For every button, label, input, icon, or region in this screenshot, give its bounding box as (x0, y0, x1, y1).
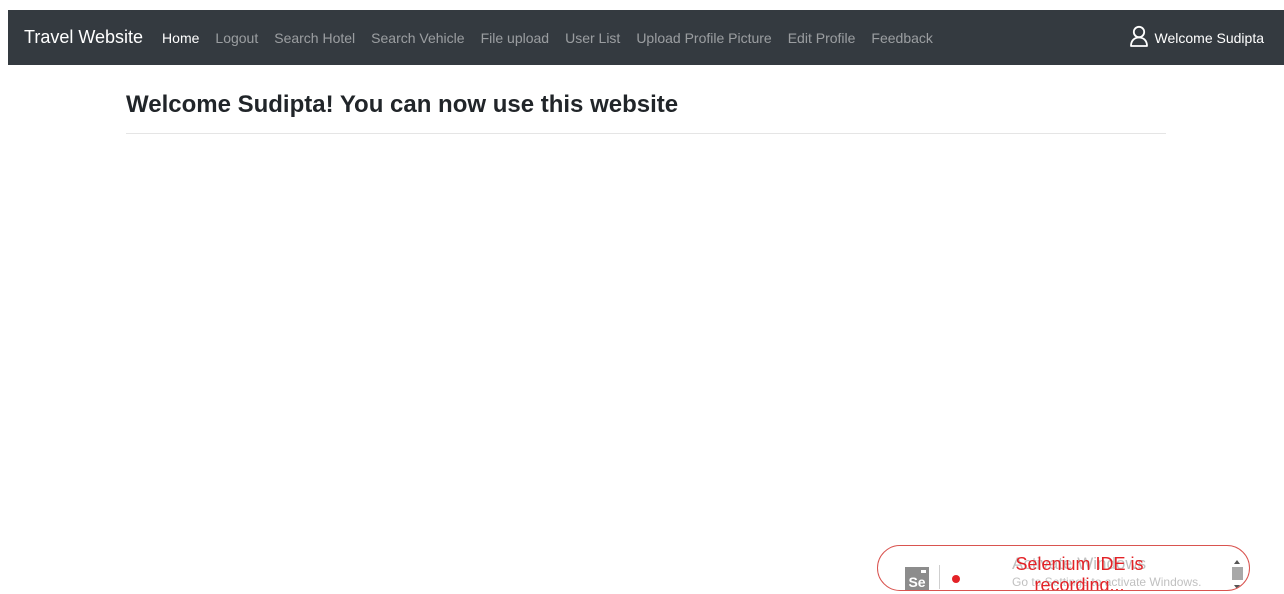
recording-status-text: Selenium IDE is recording... (1015, 554, 1144, 591)
nav-link-search-hotel[interactable]: Search Hotel (274, 30, 355, 46)
nav-link-logout[interactable]: Logout (215, 30, 258, 46)
scroll-thumb[interactable] (1232, 567, 1243, 580)
nav-link-user-list[interactable]: User List (565, 30, 620, 46)
scroll-up-icon[interactable] (1234, 560, 1240, 564)
nav-user-label: Welcome Sudipta (1154, 29, 1264, 46)
title-divider (126, 133, 1166, 134)
page-title: Welcome Sudipta! You can now use this we… (126, 91, 679, 118)
selenium-recording-badge: Activate Windows Go to Settings to activ… (877, 545, 1250, 591)
nav-link-feedback[interactable]: Feedback (871, 30, 932, 46)
nav-link-edit-profile[interactable]: Edit Profile (788, 30, 856, 46)
nav-link-home[interactable]: Home (162, 30, 199, 46)
nav-link-search-vehicle[interactable]: Search Vehicle (371, 30, 464, 46)
badge-scrollbar[interactable] (1232, 560, 1243, 590)
brand-logo[interactable]: Travel Website (24, 27, 143, 48)
page: Travel Website Home Logout Search Hotel … (0, 0, 1284, 594)
scroll-down-icon[interactable] (1234, 585, 1240, 589)
nav-link-file-upload[interactable]: File upload (481, 30, 550, 46)
nav-user-menu[interactable]: Welcome Sudipta (1129, 25, 1264, 50)
nav-links: Home Logout Search Hotel Search Vehicle … (162, 10, 949, 65)
user-icon (1129, 25, 1155, 50)
top-navbar: Travel Website Home Logout Search Hotel … (8, 10, 1284, 65)
main-content: Welcome Sudipta! You can now use this we… (126, 90, 1166, 142)
nav-link-upload-profile-picture[interactable]: Upload Profile Picture (636, 30, 771, 46)
